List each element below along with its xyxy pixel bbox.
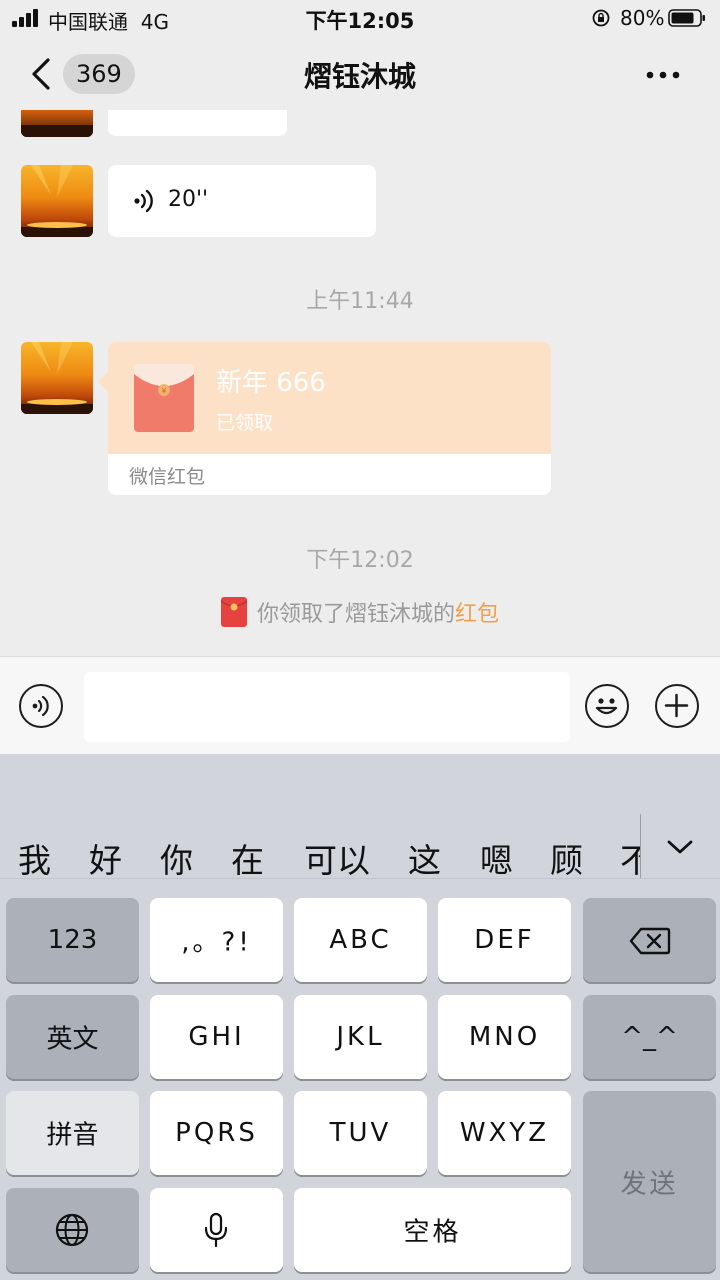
timestamp: 下午12:02 [306, 548, 414, 573]
mic-button[interactable] [150, 1188, 283, 1272]
status-bar: 中国联通 4G 下午12:05 80% [0, 0, 720, 36]
rotation-lock-icon [592, 9, 610, 27]
key-english[interactable]: 英文 [6, 995, 139, 1079]
red-packet-status: 已领取 [216, 412, 274, 434]
globe-button[interactable] [6, 1188, 139, 1272]
delete-button[interactable] [583, 898, 716, 982]
key-pqrs[interactable]: PQRS [150, 1091, 283, 1175]
timestamp: 上午11:44 [306, 289, 414, 314]
candidate-overflow[interactable]: 不 [620, 824, 641, 880]
voice-icon [32, 695, 49, 717]
space-key[interactable]: 空格 [294, 1188, 571, 1272]
key-def[interactable]: DEF [438, 898, 571, 982]
red-packet-message[interactable]: ¥ 新年 666 已领取 微信红包 [108, 342, 551, 495]
more-functions-button[interactable] [655, 684, 699, 728]
bubble-tail [98, 372, 108, 392]
key-abc[interactable]: ABC [294, 898, 427, 982]
chat-header: 369 熠钰沐城 [0, 40, 720, 110]
chevron-down-icon[interactable] [666, 838, 694, 856]
candidate-word: 不 [620, 841, 641, 880]
candidate-word[interactable]: 可以 [304, 834, 370, 882]
emoji-button[interactable] [585, 684, 629, 728]
notice-text: 你领取了熠钰沐城的 [256, 602, 455, 627]
candidate-word[interactable]: 嗯 [480, 834, 513, 882]
voice-input-button[interactable] [19, 684, 63, 728]
emoji-icon [595, 698, 618, 715]
battery-icon [668, 9, 705, 27]
red-packet-icon [220, 597, 248, 627]
avatar[interactable] [21, 165, 93, 237]
send-button[interactable]: 发送 [583, 1091, 716, 1272]
chat-title: 熠钰沐城 [303, 60, 416, 93]
message-list[interactable]: 20'' 上午11:44 ¥ 新年 666 已领取 微信红包 下午12:02 你… [0, 110, 720, 656]
red-packet-link[interactable]: 红包 [455, 602, 499, 627]
more-icon[interactable] [640, 58, 686, 92]
system-notice: 你领取了熠钰沐城的红包 [0, 596, 720, 628]
candidate-word[interactable]: 在 [231, 834, 264, 882]
key-punctuation[interactable]: ,。?! [150, 898, 283, 982]
keyboard: 我 好 你 在 可以 这 嗯 顾 不 123 ,。?! ABC DEF 英文 G… [0, 754, 720, 1280]
battery-percent: 80% [620, 6, 665, 30]
back-icon[interactable] [26, 54, 58, 94]
candidate-word[interactable]: 这 [408, 834, 441, 882]
candidate-word[interactable]: 好 [89, 834, 122, 882]
candidate-word[interactable]: 顾 [550, 834, 583, 882]
key-wxyz[interactable]: WXYZ [438, 1091, 571, 1175]
delete-icon [629, 927, 671, 955]
candidate-bar: 我 好 你 在 可以 这 嗯 顾 不 [0, 754, 720, 882]
red-packet-label: 微信红包 [129, 466, 206, 488]
red-packet-header: ¥ 新年 666 已领取 [108, 342, 551, 454]
voice-message-bubble[interactable]: 20'' [108, 165, 376, 237]
plus-icon [664, 693, 689, 718]
key-jkl[interactable]: JKL [294, 995, 427, 1079]
red-packet-title: 新年 666 [216, 368, 326, 398]
message-bubble[interactable] [108, 110, 287, 136]
red-packet-icon: ¥ [134, 364, 194, 432]
svg-text:¥: ¥ [162, 387, 167, 395]
avatar[interactable] [21, 110, 93, 137]
candidate-word[interactable]: 你 [160, 834, 193, 882]
candidate-word[interactable]: 我 [18, 834, 51, 882]
key-pinyin[interactable]: 拼音 [6, 1091, 139, 1175]
message-input[interactable] [84, 672, 570, 742]
mic-icon [204, 1212, 228, 1248]
key-ghi[interactable]: GHI [150, 995, 283, 1079]
clock: 下午12:05 [305, 9, 415, 33]
key-123[interactable]: 123 [6, 898, 139, 982]
voice-duration: 20'' [168, 187, 209, 212]
avatar[interactable] [21, 342, 93, 414]
unread-count-badge[interactable]: 369 [63, 54, 135, 94]
divider [640, 814, 641, 878]
globe-icon [55, 1213, 89, 1247]
key-emoticon[interactable]: ^_^ [583, 995, 716, 1079]
voice-icon [134, 189, 153, 213]
key-tuv[interactable]: TUV [294, 1091, 427, 1175]
input-bar [0, 656, 720, 755]
key-mno[interactable]: MNO [438, 995, 571, 1079]
